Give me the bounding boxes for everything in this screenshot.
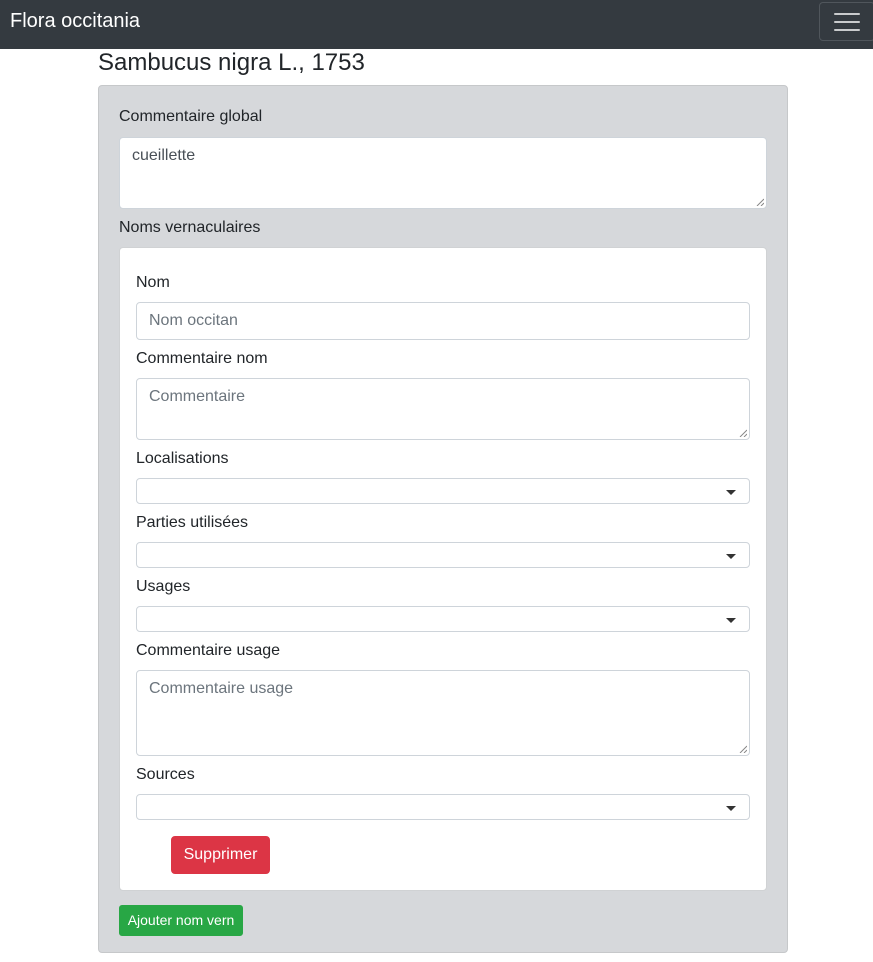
- navbar-brand[interactable]: Flora occitania: [10, 9, 140, 33]
- global-comment-value: cueillette: [132, 147, 196, 164]
- use-comment-label: Commentaire usage: [136, 642, 281, 659]
- use-comment-placeholder: Commentaire usage: [149, 680, 294, 697]
- uses-select[interactable]: [136, 606, 750, 632]
- occitan-name-input[interactable]: Nom occitan: [136, 302, 750, 340]
- chevron-down-icon: [726, 806, 736, 811]
- navbar-toggler-button[interactable]: [819, 2, 873, 41]
- vernacular-name-card: Nom Nom occitan Commentaire nom Commenta…: [119, 247, 767, 891]
- global-comment-label: Commentaire global: [119, 108, 263, 125]
- name-comment-placeholder: Commentaire: [149, 388, 246, 405]
- locations-select[interactable]: [136, 478, 750, 504]
- parts-used-select[interactable]: [136, 542, 750, 568]
- delete-button[interactable]: Supprimer: [171, 836, 270, 874]
- use-comment-textarea[interactable]: Commentaire usage: [136, 670, 750, 756]
- locations-label: Localisations: [136, 450, 229, 467]
- taxon-form-panel: Commentaire global cueillette Noms verna…: [98, 85, 788, 953]
- name-label: Nom: [136, 274, 170, 291]
- page-title: Sambucus nigra L., 1753: [98, 49, 365, 76]
- navbar: Flora occitania: [0, 0, 873, 49]
- parts-used-label: Parties utilisées: [136, 514, 249, 531]
- chevron-down-icon: [726, 554, 736, 559]
- sources-label: Sources: [136, 766, 195, 783]
- global-comment-textarea[interactable]: cueillette: [119, 137, 767, 209]
- resize-handle-icon[interactable]: [739, 429, 747, 437]
- sources-select[interactable]: [136, 794, 750, 820]
- name-comment-label: Commentaire nom: [136, 350, 268, 367]
- occitan-name-placeholder: Nom occitan: [149, 312, 238, 329]
- name-comment-textarea[interactable]: Commentaire: [136, 378, 750, 440]
- chevron-down-icon: [726, 618, 736, 623]
- resize-handle-icon[interactable]: [739, 745, 747, 753]
- vernacular-names-label: Noms vernaculaires: [119, 219, 261, 236]
- chevron-down-icon: [726, 490, 736, 495]
- uses-label: Usages: [136, 578, 191, 595]
- add-vernacular-name-button[interactable]: Ajouter nom vern: [119, 905, 243, 936]
- resize-handle-icon[interactable]: [756, 198, 764, 206]
